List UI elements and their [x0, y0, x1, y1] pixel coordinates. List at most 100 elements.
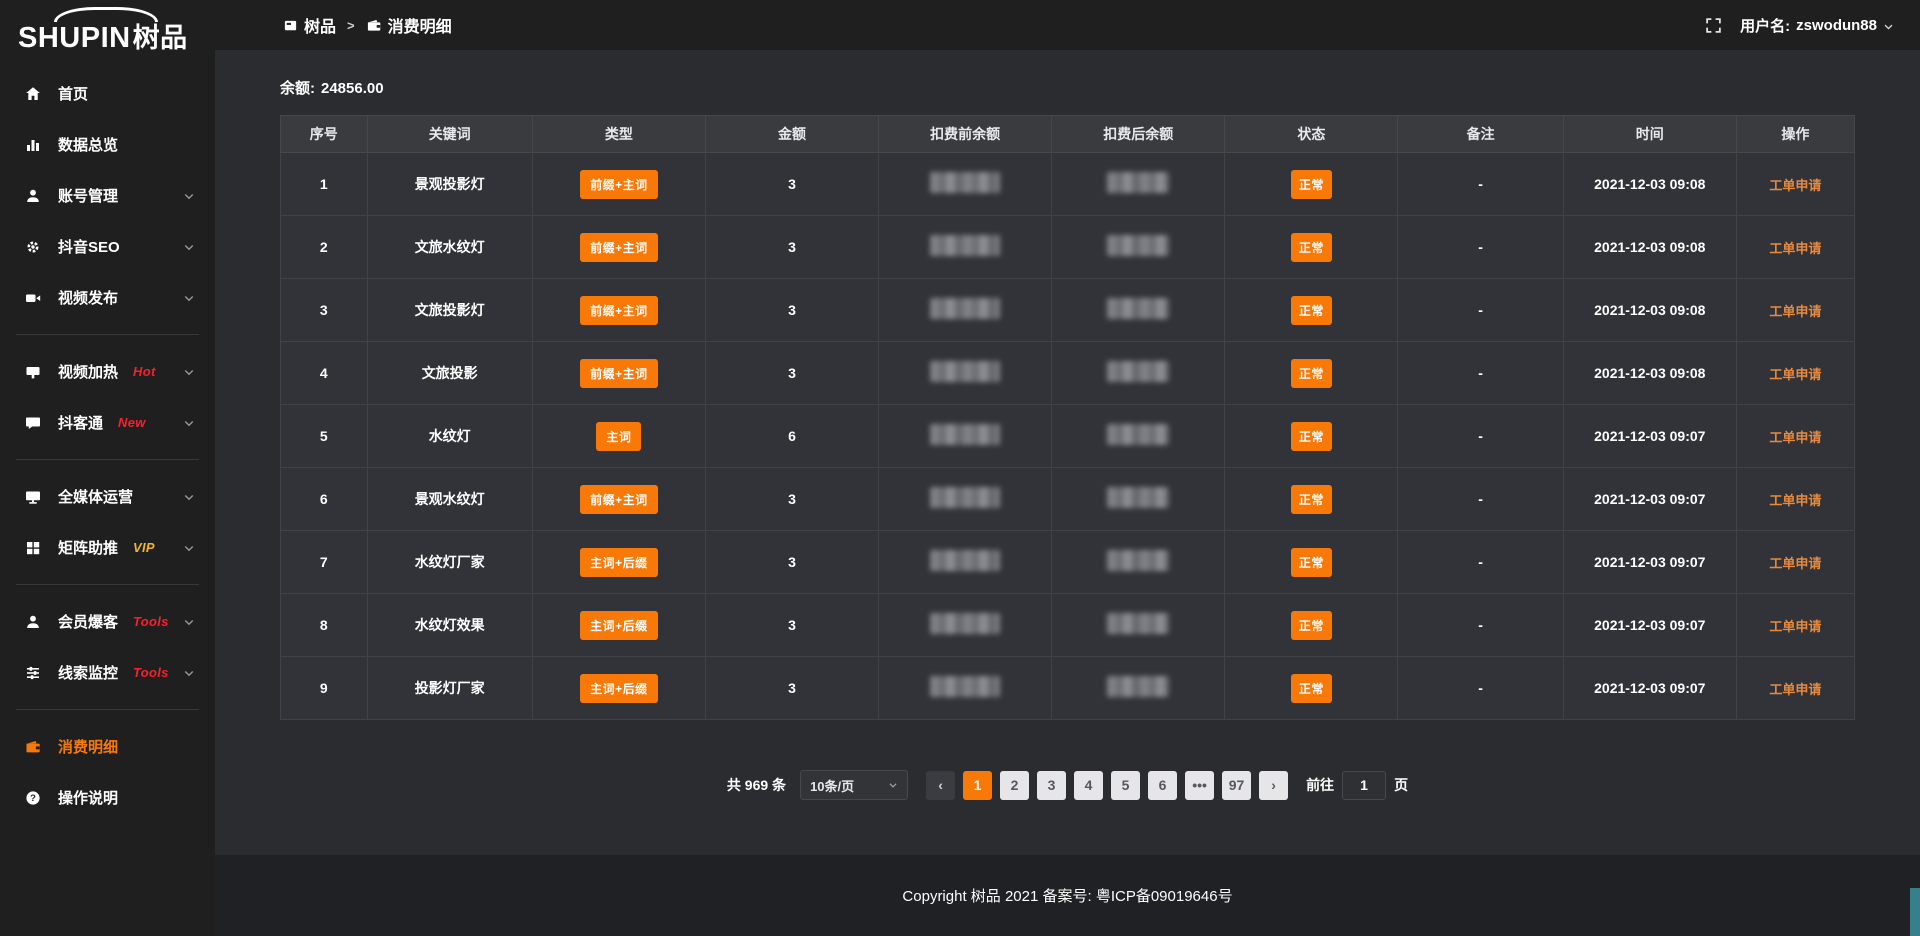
sidebar-item-首页[interactable]: 首页 — [0, 68, 215, 119]
masked-value — [1107, 298, 1169, 319]
sidebar-item-矩阵助推[interactable]: 矩阵助推VIP — [0, 522, 215, 573]
work-order-link[interactable]: 工单申请 — [1769, 304, 1821, 319]
work-order-link[interactable]: 工单申请 — [1769, 493, 1821, 508]
sidebar-item-账号管理[interactable]: 账号管理 — [0, 170, 215, 221]
cell-amount: 3 — [705, 531, 878, 594]
table-row: 7水纹灯厂家主词+后缀3正常-2021-12-03 09:07工单申请 — [281, 531, 1855, 594]
scrollbar-thumb[interactable] — [1910, 888, 1920, 936]
status-badge: 正常 — [1291, 422, 1332, 451]
status-badge: 正常 — [1291, 548, 1332, 577]
work-order-link[interactable]: 工单申请 — [1769, 367, 1821, 382]
work-order-link[interactable]: 工单申请 — [1769, 682, 1821, 697]
sidebar-item-label: 首页 — [58, 83, 88, 104]
page-button-4[interactable]: 4 — [1074, 771, 1103, 800]
cell-status: 正常 — [1225, 342, 1398, 405]
breadcrumb-root[interactable]: 树品 — [283, 13, 336, 37]
sidebar-item-数据总览[interactable]: 数据总览 — [0, 119, 215, 170]
cell-remark: - — [1398, 216, 1563, 279]
cell-action: 工单申请 — [1736, 279, 1854, 342]
column-header-time: 时间 — [1563, 116, 1736, 153]
page-button-6[interactable]: 6 — [1148, 771, 1177, 800]
sidebar-divider — [16, 459, 199, 460]
user-menu[interactable]: 用户名: zswodun88 — [1740, 15, 1894, 36]
next-page-button[interactable]: › — [1259, 771, 1288, 800]
work-order-link[interactable]: 工单申请 — [1769, 178, 1821, 193]
sidebar-item-label: 抖音SEO — [58, 236, 120, 257]
sidebar-item-抖客通[interactable]: 抖客通New — [0, 397, 215, 448]
chevron-down-icon — [183, 616, 195, 628]
sidebar-item-抖音SEO[interactable]: 抖音SEO — [0, 221, 215, 272]
main-content: 余额:24856.00 序号关键词类型金额扣费前余额扣费后余额状态备注时间操作 … — [215, 50, 1920, 855]
cell-keyword: 景观投影灯 — [367, 153, 532, 216]
sidebar-item-label: 矩阵助推 — [58, 537, 118, 558]
page-button-5[interactable]: 5 — [1111, 771, 1140, 800]
sidebar-badge-tools: Tools — [133, 614, 169, 629]
breadcrumb: 树品 > 消费明细 — [283, 13, 452, 37]
page-buttons: 123456 ••• 97 — [963, 771, 1251, 800]
user-icon — [25, 614, 43, 630]
page-button-2[interactable]: 2 — [1000, 771, 1029, 800]
fullscreen-icon[interactable] — [1705, 17, 1722, 34]
wallet-icon — [366, 18, 382, 33]
sidebar-item-label: 账号管理 — [58, 185, 118, 206]
work-order-link[interactable]: 工单申请 — [1769, 619, 1821, 634]
cell-action: 工单申请 — [1736, 657, 1854, 720]
cell-time: 2021-12-03 09:07 — [1563, 531, 1736, 594]
cell-balance_after — [1052, 468, 1225, 531]
status-badge: 正常 — [1291, 485, 1332, 514]
cell-type: 主词+后缀 — [532, 657, 705, 720]
svg-text:?: ? — [30, 793, 36, 804]
cell-type: 主词 — [532, 405, 705, 468]
cell-remark: - — [1398, 342, 1563, 405]
jump-label: 前往 — [1306, 775, 1334, 795]
chevron-down-icon — [183, 190, 195, 202]
sidebar-item-会员爆客[interactable]: 会员爆客Tools — [0, 596, 215, 647]
cell-index: 3 — [281, 279, 368, 342]
sidebar-item-label: 全媒体运营 — [58, 486, 133, 507]
work-order-link[interactable]: 工单申请 — [1769, 556, 1821, 571]
table-row: 9投影灯厂家主词+后缀3正常-2021-12-03 09:07工单申请 — [281, 657, 1855, 720]
sidebar-nav: 首页数据总览账号管理抖音SEO 视频发布视频加热Hot抖客通New 全媒体运营矩阵助… — [0, 68, 215, 823]
cell-balance_after — [1052, 153, 1225, 216]
grid-icon — [25, 540, 43, 556]
jump-unit-label: 页 — [1394, 775, 1408, 795]
cell-time: 2021-12-03 09:07 — [1563, 468, 1736, 531]
cell-action: 工单申请 — [1736, 153, 1854, 216]
table-row: 8水纹灯效果主词+后缀3正常-2021-12-03 09:07工单申请 — [281, 594, 1855, 657]
work-order-link[interactable]: 工单申请 — [1769, 241, 1821, 256]
prev-page-button[interactable]: ‹ — [926, 771, 955, 800]
balance-value: 24856.00 — [321, 80, 384, 97]
type-badge: 前缀+主词 — [580, 359, 658, 388]
cell-balance_before — [879, 657, 1052, 720]
masked-value — [1107, 550, 1169, 571]
type-badge: 前缀+主词 — [580, 296, 658, 325]
sidebar-item-消费明细[interactable]: 消费明细 — [0, 721, 215, 772]
breadcrumb-current[interactable]: 消费明细 — [366, 13, 452, 37]
masked-value — [930, 361, 1000, 382]
page-button-3[interactable]: 3 — [1037, 771, 1066, 800]
sidebar-item-视频加热[interactable]: 视频加热Hot — [0, 346, 215, 397]
cell-type: 前缀+主词 — [532, 468, 705, 531]
sidebar-item-操作说明[interactable]: ?操作说明 — [0, 772, 215, 823]
cell-balance_before — [879, 405, 1052, 468]
sidebar-item-视频发布[interactable]: 视频发布 — [0, 272, 215, 323]
masked-value — [930, 487, 1000, 508]
cell-type: 前缀+主词 — [532, 342, 705, 405]
work-order-link[interactable]: 工单申请 — [1769, 430, 1821, 445]
page-button-1[interactable]: 1 — [963, 771, 992, 800]
masked-value — [1107, 235, 1169, 256]
masked-value — [930, 235, 1000, 256]
sidebar-item-全媒体运营[interactable]: 全媒体运营 — [0, 471, 215, 522]
column-header-amount: 金额 — [705, 116, 878, 153]
user-icon — [25, 188, 43, 204]
brand-logo[interactable]: SHUPIN树品 — [0, 0, 215, 60]
more-pages-button[interactable]: ••• — [1185, 771, 1214, 800]
sidebar-item-线索监控[interactable]: 线索监控Tools — [0, 647, 215, 698]
question-icon: ? — [25, 790, 43, 806]
jump-page-input[interactable] — [1342, 771, 1386, 800]
cell-balance_before — [879, 153, 1052, 216]
page-button-97[interactable]: 97 — [1222, 771, 1251, 800]
column-header-keyword: 关键词 — [367, 116, 532, 153]
masked-value — [930, 676, 1000, 697]
page-size-select[interactable]: 10条/页 — [800, 770, 908, 800]
